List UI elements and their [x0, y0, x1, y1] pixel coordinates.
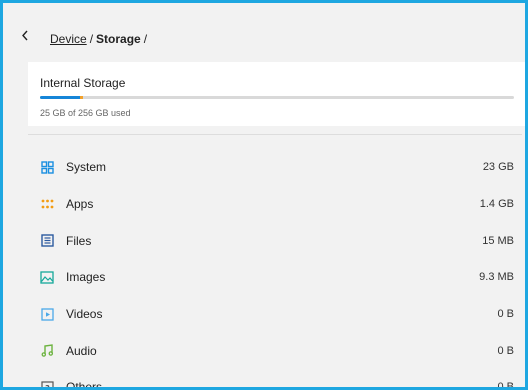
- category-row-system[interactable]: System 23 GB: [28, 149, 525, 186]
- breadcrumb-separator: /: [143, 32, 148, 46]
- breadcrumb: Device / Storage /: [50, 32, 150, 46]
- category-label: Audio: [66, 343, 97, 358]
- video-play-icon: [40, 307, 54, 321]
- category-row-images[interactable]: Images 9.3 MB: [28, 259, 525, 296]
- breadcrumb-separator: /: [89, 32, 94, 46]
- image-icon: [40, 270, 54, 284]
- category-label: Images: [66, 270, 106, 285]
- category-list: System 23 GB Apps 1.4 GB Files 15 MB Ima…: [28, 149, 525, 390]
- category-row-audio[interactable]: Audio 0 B: [28, 332, 525, 369]
- category-label: Videos: [66, 307, 103, 322]
- category-label: Files: [66, 233, 92, 248]
- music-note-icon: [40, 344, 54, 358]
- category-label: Apps: [66, 197, 94, 212]
- usage-segment-secondary: [80, 96, 84, 99]
- category-size: 9.3 MB: [479, 271, 514, 284]
- chevron-left-icon: [22, 30, 28, 40]
- document-icon: [40, 234, 54, 248]
- grid-icon: [40, 160, 54, 174]
- category-size: 23 GB: [482, 161, 514, 174]
- svg-text:?: ?: [45, 384, 50, 390]
- header: Device / Storage /: [3, 3, 525, 59]
- internal-storage-card[interactable]: Internal Storage 25 GB of 256 GB used: [28, 62, 525, 126]
- category-row-apps[interactable]: Apps 1.4 GB: [28, 186, 525, 223]
- usage-segment-primary: [40, 96, 81, 99]
- back-button[interactable]: [20, 29, 30, 41]
- category-size: 1.4 GB: [479, 198, 514, 211]
- divider: [28, 134, 522, 135]
- category-size: 0 B: [497, 381, 514, 390]
- category-row-files[interactable]: Files 15 MB: [28, 222, 525, 259]
- category-label: System: [66, 160, 107, 175]
- category-size: 0 B: [497, 308, 514, 321]
- category-size: 15 MB: [482, 234, 514, 247]
- storage-title: Internal Storage: [40, 76, 126, 90]
- category-size: 0 B: [497, 344, 514, 357]
- storage-usage-text: 25 GB of 256 GB used: [40, 108, 131, 118]
- storage-usage-bar: [40, 96, 514, 99]
- breadcrumb-device[interactable]: Device: [50, 32, 87, 46]
- storage-window: Device / Storage / Internal Storage 25 GB o…: [0, 0, 528, 390]
- dots-grid-icon: [40, 197, 54, 211]
- question-icon: ?: [40, 380, 54, 390]
- category-row-videos[interactable]: Videos 0 B: [28, 296, 525, 333]
- category-row-others[interactable]: ? Others 0 B: [28, 369, 525, 390]
- category-label: Others: [66, 380, 103, 390]
- breadcrumb-storage: Storage: [96, 32, 141, 46]
